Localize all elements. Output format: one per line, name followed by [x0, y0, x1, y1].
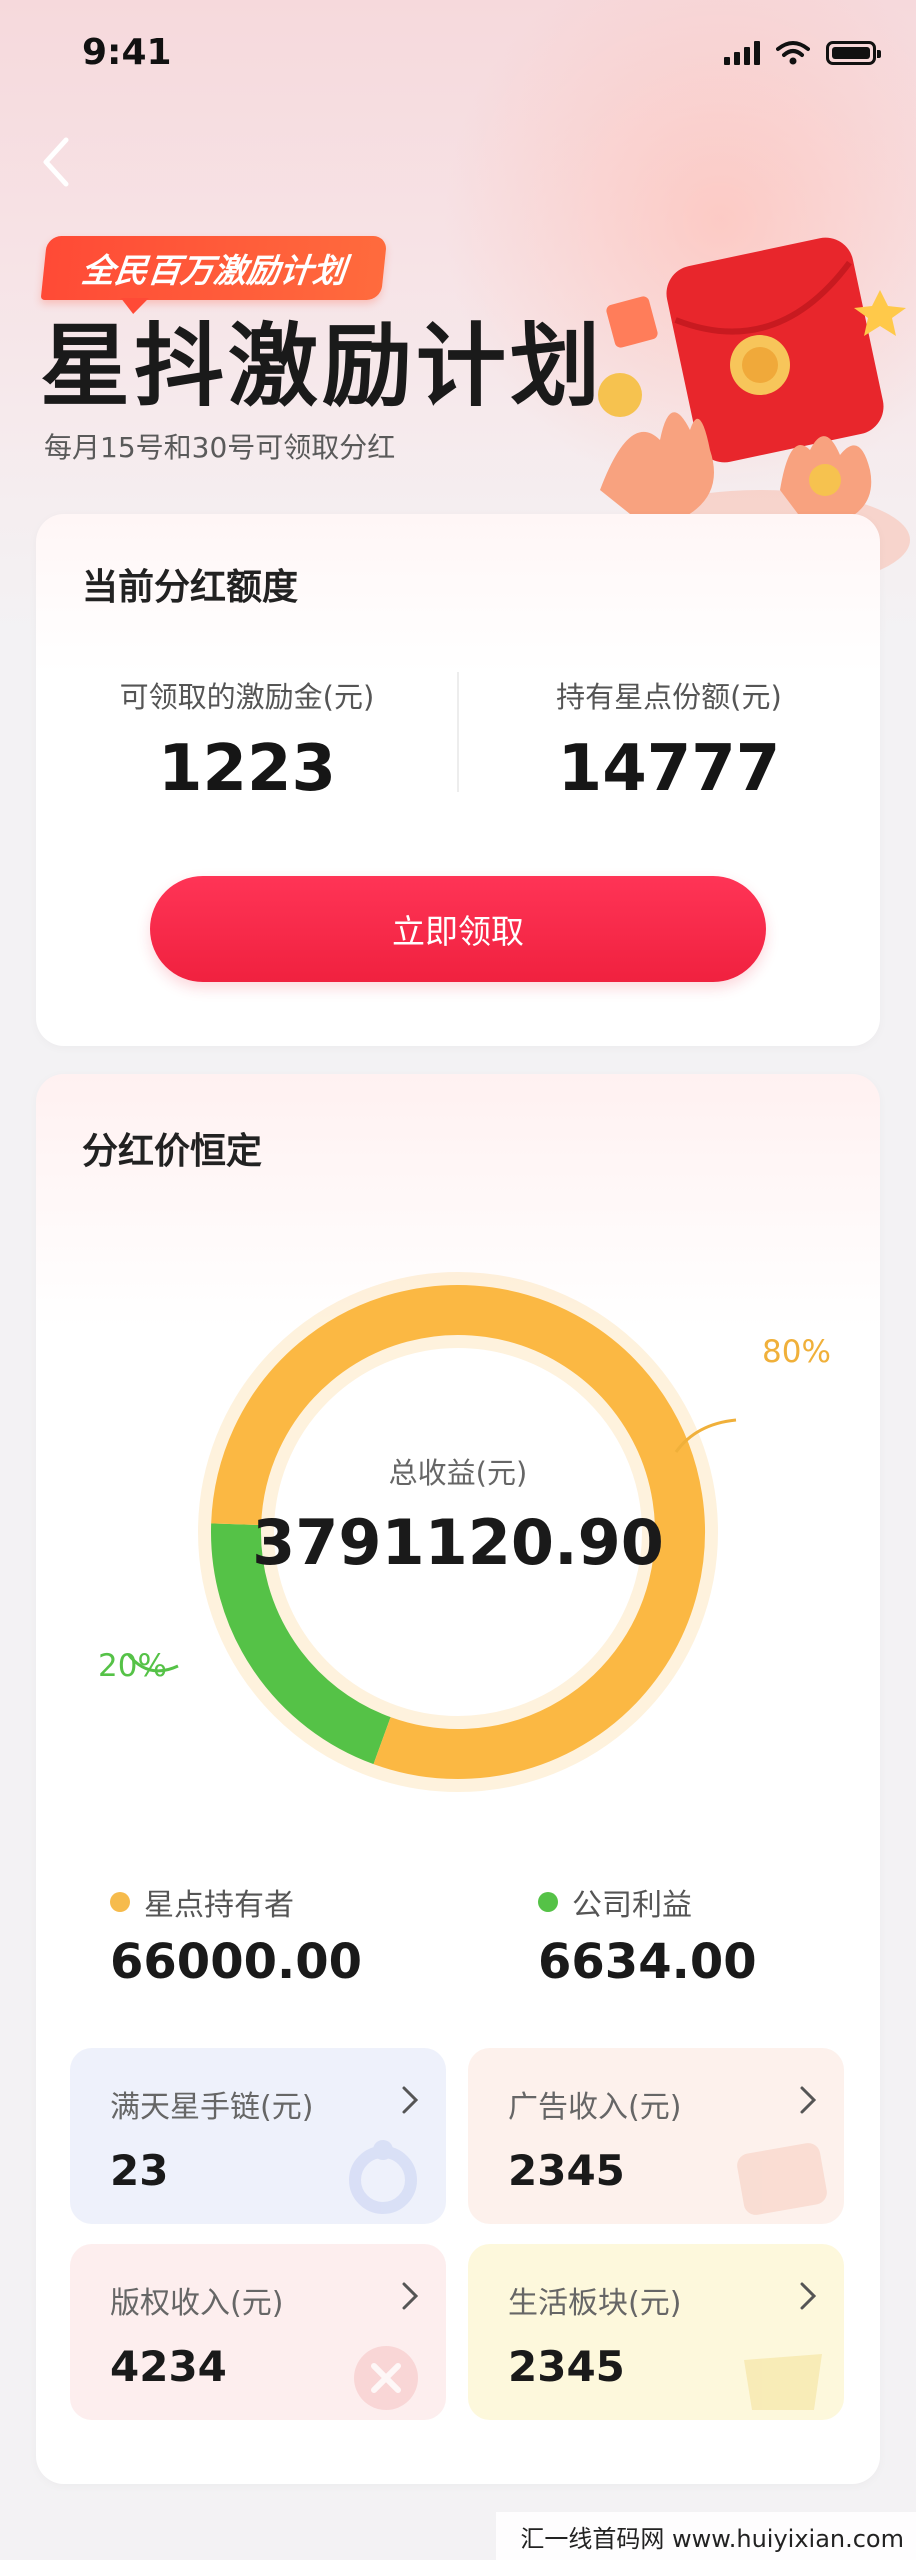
wifi-icon [776, 41, 810, 65]
tile-copyright-income[interactable]: 版权收入(元) 4234 [70, 2244, 446, 2420]
chevron-right-icon [402, 2282, 419, 2310]
tile-ad-income[interactable]: 广告收入(元) 2345 [468, 2048, 844, 2224]
holding-stat: 持有星点份额(元) 14777 [458, 674, 880, 806]
holding-label: 持有星点份额(元) [556, 680, 782, 714]
price-card-title: 分红价恒定 [82, 1131, 263, 1172]
tile-life-section[interactable]: 生活板块(元) 2345 [468, 2244, 844, 2420]
legend-holders: 星点持有者 66000.00 [110, 1880, 362, 1990]
tile-value: 2345 [508, 2342, 625, 2391]
signal-icon [724, 41, 760, 65]
red-envelope-illustration [598, 237, 910, 570]
page-title: 星抖激励计划 [40, 314, 604, 419]
segment-label-company: 20% [98, 1648, 167, 1684]
tile-label: 生活板块(元) [508, 2286, 682, 2321]
dividend-card: 当前分红额度 可领取的激励金(元) 1223 持有星点份额(元) 14777 立… [36, 514, 880, 1046]
campaign-badge: 全民百万激励计划 [40, 236, 388, 300]
status-bar: 9:41 [0, 0, 916, 110]
legend-dot-company [538, 1892, 558, 1912]
copyright-icon [354, 2346, 418, 2410]
chevron-right-icon [800, 2086, 817, 2114]
site-watermark: 汇一线首码网 www.huiyixian.com [496, 2512, 916, 2560]
tile-bracelet[interactable]: 满天星手链(元) 23 [70, 2048, 446, 2224]
legend-value-company: 6634.00 [538, 1934, 757, 1990]
legend-name-company: 公司利益 [572, 1888, 692, 1923]
dividend-price-card: 分红价恒定 总收益(元) 3791120.90 80% 20% 星点持有者 66… [36, 1074, 880, 2484]
claim-now-button[interactable]: 立即领取 [150, 876, 766, 982]
legend-value-holders: 66000.00 [110, 1934, 363, 1990]
status-time: 9:41 [82, 32, 172, 73]
page-subtitle: 每月15号和30号可领取分红 [44, 431, 396, 464]
legend-name-holders: 星点持有者 [144, 1888, 294, 1923]
donut-center-label: 总收益(元) [388, 1456, 528, 1490]
dividend-card-title: 当前分红额度 [82, 567, 299, 608]
holding-value: 14777 [557, 732, 781, 806]
claimable-label: 可领取的激励金(元) [119, 680, 375, 714]
chevron-right-icon [800, 2282, 817, 2310]
legend-company: 公司利益 6634.00 [538, 1880, 757, 1990]
status-icons [724, 40, 881, 66]
tile-label: 版权收入(元) [110, 2286, 284, 2321]
claimable-stat: 可领取的激励金(元) 1223 [36, 674, 458, 806]
tile-value: 23 [110, 2146, 169, 2195]
chevron-right-icon [402, 2086, 419, 2114]
legend-dot-holders [110, 1892, 130, 1912]
segment-label-holders: 80% [762, 1334, 831, 1370]
claimable-value: 1223 [157, 732, 337, 806]
tile-label: 满天星手链(元) [110, 2090, 314, 2125]
bracelet-icon [349, 2140, 417, 2214]
donut-center-value: 3791120.90 [252, 1506, 664, 1579]
ad-icon [737, 2143, 827, 2215]
back-chevron-icon[interactable] [36, 132, 76, 192]
tile-label: 广告收入(元) [508, 2090, 682, 2125]
tile-value: 4234 [110, 2342, 227, 2391]
tile-value: 2345 [508, 2146, 625, 2195]
life-icon [744, 2354, 822, 2410]
battery-icon [826, 41, 881, 65]
